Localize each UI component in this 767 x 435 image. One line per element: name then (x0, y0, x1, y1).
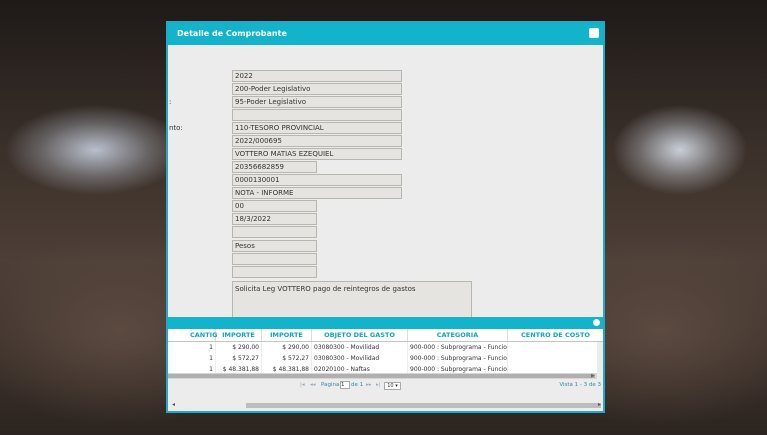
field-empty-1[interactable] (232, 109, 402, 121)
field-expediente[interactable]: 2022/000695 (232, 135, 402, 147)
field-codigo[interactable]: 00 (232, 200, 317, 212)
scroll-right-icon[interactable]: ▸ (598, 401, 601, 408)
field-fecha[interactable]: 18/3/2022 (232, 213, 317, 225)
cell-cantidad: 1 (190, 353, 216, 364)
grid-pager: |◂ ◂◂ Pagina 1 de 1 ▸▸ ▸| 10 ▾ Vista 1 -… (168, 380, 603, 391)
col-header-objeto[interactable]: OBJETO DEL GASTO (312, 329, 408, 341)
field-empty-3[interactable] (232, 253, 317, 265)
page-number-value: 1 (341, 382, 345, 388)
cell-importe: $ 572,27 (216, 353, 262, 364)
cell-objeto: 03080300 - Movilidad (312, 353, 408, 364)
close-icon[interactable] (589, 28, 599, 38)
field-empty-2[interactable] (232, 226, 317, 238)
dialog-scroll-thumb[interactable] (246, 403, 601, 408)
collapse-icon[interactable] (593, 319, 600, 326)
grid-scroll-thumb[interactable] (168, 374, 595, 378)
detail-dialog: Detalle de Comprobante : nto: 2022 200-P… (166, 21, 605, 413)
col-header-importe-total[interactable]: IMPORTE TOTAL (262, 329, 312, 351)
field-tipo[interactable]: NOTA - INFORME (232, 187, 402, 199)
first-page-icon[interactable]: |◂ (300, 380, 305, 391)
grid-horizontal-scrollbar[interactable]: ▶ (168, 373, 597, 379)
page-label: Pagina (321, 382, 340, 388)
last-page-icon[interactable]: ▸| (376, 380, 381, 391)
field-empty-4[interactable] (232, 266, 317, 278)
field-year[interactable]: 2022 (232, 70, 402, 82)
cell-objeto: 03080300 - Movilidad (312, 342, 408, 353)
field-tesoro[interactable]: 110-TESORO PROVINCIAL (232, 122, 402, 134)
cell-cantidad: 1 (190, 342, 216, 353)
col-header-importe[interactable]: IMPORTE (216, 329, 262, 341)
voucher-form: : nto: 2022 200-Poder Legislativo 95-Pod… (168, 45, 603, 336)
field-beneficiario[interactable]: VOTTERO MATIAS EZEQUIEL (232, 148, 402, 160)
dialog-title: Detalle de Comprobante (177, 29, 287, 38)
dialog-horizontal-scrollbar[interactable]: ◂ ▸ (168, 401, 603, 409)
col-header-centro-costo[interactable]: CENTRO DE COSTO (508, 329, 603, 341)
field-cuit[interactable]: 20356682859 (232, 161, 317, 173)
scroll-left-icon[interactable]: ◂ (172, 401, 175, 408)
cell-categoria: 900-000 : Subprograma - Funciona (410, 342, 508, 353)
cell-categoria: 900-000 : Subprograma - Funciona (410, 353, 508, 364)
page-summary: Vista 1 - 3 de 3 (559, 382, 601, 388)
next-page-icon[interactable]: ▸▸ (366, 380, 372, 391)
page-size-value: 10 (387, 383, 394, 389)
col-header-cantidad[interactable]: CANTIG (190, 329, 217, 341)
field-numero[interactable]: 0000130001 (232, 174, 402, 186)
col-header-categoria[interactable]: CATEGORIA PROGRAMATICA (408, 329, 508, 351)
cell-importe-total: $ 572,27 (262, 353, 312, 364)
cell-importe: $ 290,00 (216, 342, 262, 353)
prev-page-icon[interactable]: ◂◂ (310, 380, 316, 391)
field-jurisdiccion[interactable]: 200-Poder Legislativo (232, 83, 402, 95)
grid-caption-bar (168, 317, 603, 329)
page-of-label: de 1 (351, 382, 364, 388)
field-moneda[interactable]: Pesos (232, 240, 317, 252)
grid-column-headers: CANTIG IMPORTE IMPORTE TOTAL OBJETO DEL … (168, 329, 603, 351)
field-unidad[interactable]: 95-Poder Legislativo (232, 96, 402, 108)
dialog-titlebar: Detalle de Comprobante (168, 23, 603, 45)
cell-importe-total: $ 290,00 (262, 342, 312, 353)
page-size-select[interactable]: 10 ▾ (384, 382, 401, 390)
scroll-right-icon[interactable]: ▶ (591, 373, 597, 379)
field-label-colon: : (169, 98, 172, 106)
field-label-nto: nto: (169, 124, 183, 132)
